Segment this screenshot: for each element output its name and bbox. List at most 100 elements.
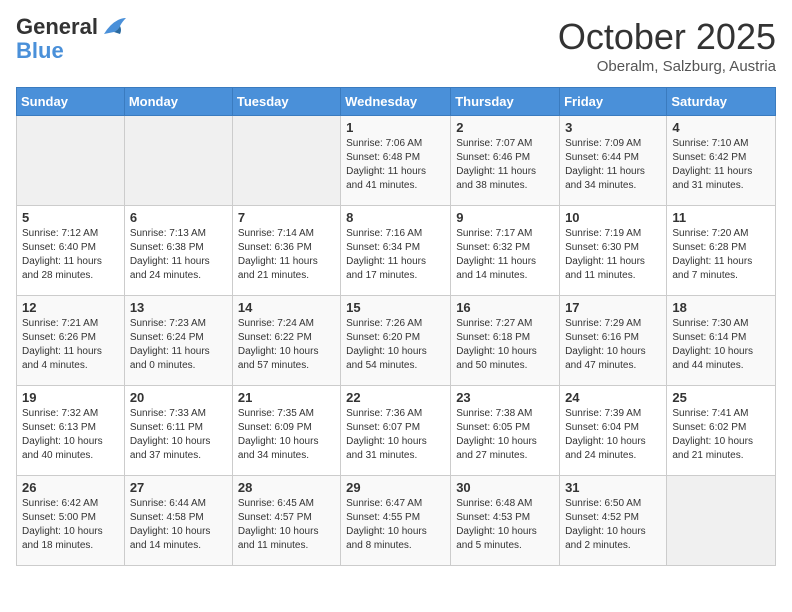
calendar-cell: 7 Sunrise: 7:14 AM Sunset: 6:36 PM Daylig… [232, 206, 340, 296]
calendar-cell: 4 Sunrise: 7:10 AM Sunset: 6:42 PM Daylig… [667, 116, 776, 206]
day-of-week-header: Thursday [451, 88, 560, 116]
calendar-cell: 27Sunrise: 6:44 AM Sunset: 4:58 PM Dayli… [124, 476, 232, 566]
day-number: 13 [130, 300, 227, 315]
day-info: Sunrise: 7:41 AM Sunset: 6:02 PM Dayligh… [672, 407, 770, 463]
calendar-cell: 14 Sunrise: 7:24 AM Sunset: 6:22 PM Dayli… [232, 296, 340, 386]
day-info: Sunrise: 7:09 AM Sunset: 6:44 PM Dayligh… [565, 137, 661, 193]
calendar-cell: 6 Sunrise: 7:13 AM Sunset: 6:38 PM Daylig… [124, 206, 232, 296]
day-number: 20 [130, 390, 227, 405]
day-info: Sunrise: 7:36 AM Sunset: 6:07 PM Dayligh… [346, 407, 445, 463]
calendar-cell [667, 476, 776, 566]
calendar-cell: 10Sunrise: 7:19 AM Sunset: 6:30 PM Dayli… [560, 206, 667, 296]
day-info: Sunrise: 7:12 AM Sunset: 6:40 PM Dayligh… [22, 227, 119, 283]
day-info: Sunrise: 7:20 AM Sunset: 6:28 PM Dayligh… [672, 227, 770, 283]
day-of-week-header: Tuesday [232, 88, 340, 116]
calendar-cell: 12Sunrise: 7:21 AM Sunset: 6:26 PM Dayli… [17, 296, 125, 386]
day-info: Sunrise: 7:17 AM Sunset: 6:32 PM Dayligh… [456, 227, 554, 283]
calendar-cell: 23 Sunrise: 7:38 AM Sunset: 6:05 PM Dayli… [451, 386, 560, 476]
calendar-cell: 15 Sunrise: 7:26 AM Sunset: 6:20 PM Dayli… [341, 296, 451, 386]
logo: General Blue [16, 16, 128, 63]
calendar-week-row: 12Sunrise: 7:21 AM Sunset: 6:26 PM Dayli… [17, 296, 776, 386]
calendar-cell: 13 Sunrise: 7:23 AM Sunset: 6:24 PM Dayli… [124, 296, 232, 386]
calendar-cell: 28Sunrise: 6:45 AM Sunset: 4:57 PM Dayli… [232, 476, 340, 566]
calendar-cell: 2Sunrise: 7:07 AM Sunset: 6:46 PM Daylig… [451, 116, 560, 206]
day-number: 9 [456, 210, 554, 225]
day-number: 1 [346, 120, 445, 135]
day-info: Sunrise: 7:07 AM Sunset: 6:46 PM Dayligh… [456, 137, 554, 193]
day-info: Sunrise: 7:30 AM Sunset: 6:14 PM Dayligh… [672, 317, 770, 373]
day-info: Sunrise: 7:10 AM Sunset: 6:42 PM Dayligh… [672, 137, 770, 193]
day-number: 5 [22, 210, 119, 225]
day-info: Sunrise: 7:13 AM Sunset: 6:38 PM Dayligh… [130, 227, 227, 283]
day-number: 27 [130, 480, 227, 495]
day-info: Sunrise: 7:32 AM Sunset: 6:13 PM Dayligh… [22, 407, 119, 463]
calendar-cell: 3Sunrise: 7:09 AM Sunset: 6:44 PM Daylig… [560, 116, 667, 206]
day-number: 29 [346, 480, 445, 495]
day-number: 4 [672, 120, 770, 135]
day-info: Sunrise: 7:26 AM Sunset: 6:20 PM Dayligh… [346, 317, 445, 373]
day-number: 15 [346, 300, 445, 315]
day-number: 28 [238, 480, 335, 495]
day-info: Sunrise: 7:14 AM Sunset: 6:36 PM Dayligh… [238, 227, 335, 283]
calendar-cell [232, 116, 340, 206]
calendar-week-row: 1 Sunrise: 7:06 AM Sunset: 6:48 PM Daylig… [17, 116, 776, 206]
logo-text: General [16, 16, 98, 38]
day-number: 17 [565, 300, 661, 315]
day-info: Sunrise: 7:06 AM Sunset: 6:48 PM Dayligh… [346, 137, 445, 193]
calendar-cell: 19 Sunrise: 7:32 AM Sunset: 6:13 PM Dayli… [17, 386, 125, 476]
calendar-cell: 9 Sunrise: 7:17 AM Sunset: 6:32 PM Daylig… [451, 206, 560, 296]
day-info: Sunrise: 6:42 AM Sunset: 5:00 PM Dayligh… [22, 497, 119, 553]
calendar-cell: 17 Sunrise: 7:29 AM Sunset: 6:16 PM Dayli… [560, 296, 667, 386]
day-of-week-header: Friday [560, 88, 667, 116]
calendar-cell [124, 116, 232, 206]
day-number: 8 [346, 210, 445, 225]
day-info: Sunrise: 7:38 AM Sunset: 6:05 PM Dayligh… [456, 407, 554, 463]
day-number: 14 [238, 300, 335, 315]
day-number: 23 [456, 390, 554, 405]
day-info: Sunrise: 7:16 AM Sunset: 6:34 PM Dayligh… [346, 227, 445, 283]
calendar-cell: 8 Sunrise: 7:16 AM Sunset: 6:34 PM Daylig… [341, 206, 451, 296]
calendar-cell: 22Sunrise: 7:36 AM Sunset: 6:07 PM Dayli… [341, 386, 451, 476]
day-info: Sunrise: 7:33 AM Sunset: 6:11 PM Dayligh… [130, 407, 227, 463]
day-info: Sunrise: 7:27 AM Sunset: 6:18 PM Dayligh… [456, 317, 554, 373]
day-info: Sunrise: 7:35 AM Sunset: 6:09 PM Dayligh… [238, 407, 335, 463]
location-title: Oberalm, Salzburg, Austria [558, 58, 776, 75]
calendar-cell: 21 Sunrise: 7:35 AM Sunset: 6:09 PM Dayli… [232, 386, 340, 476]
day-info: Sunrise: 7:21 AM Sunset: 6:26 PM Dayligh… [22, 317, 119, 373]
day-number: 19 [22, 390, 119, 405]
day-number: 25 [672, 390, 770, 405]
calendar-week-row: 26 Sunrise: 6:42 AM Sunset: 5:00 PM Dayli… [17, 476, 776, 566]
day-of-week-header: Wednesday [341, 88, 451, 116]
calendar-cell: 26 Sunrise: 6:42 AM Sunset: 5:00 PM Dayli… [17, 476, 125, 566]
calendar-cell: 25 Sunrise: 7:41 AM Sunset: 6:02 PM Dayli… [667, 386, 776, 476]
day-info: Sunrise: 7:29 AM Sunset: 6:16 PM Dayligh… [565, 317, 661, 373]
day-number: 30 [456, 480, 554, 495]
day-number: 6 [130, 210, 227, 225]
calendar-cell [17, 116, 125, 206]
day-of-week-header: Saturday [667, 88, 776, 116]
calendar-cell: 29 Sunrise: 6:47 AM Sunset: 4:55 PM Dayli… [341, 476, 451, 566]
logo-blue-text: Blue [16, 38, 64, 63]
calendar-week-row: 5 Sunrise: 7:12 AM Sunset: 6:40 PM Daylig… [17, 206, 776, 296]
page-header: General Blue October 2025 Oberalm, Salzb… [16, 16, 776, 75]
day-number: 26 [22, 480, 119, 495]
day-number: 21 [238, 390, 335, 405]
calendar-cell: 31Sunrise: 6:50 AM Sunset: 4:52 PM Dayli… [560, 476, 667, 566]
calendar-cell: 20 Sunrise: 7:33 AM Sunset: 6:11 PM Dayli… [124, 386, 232, 476]
day-info: Sunrise: 6:47 AM Sunset: 4:55 PM Dayligh… [346, 497, 445, 553]
day-number: 18 [672, 300, 770, 315]
day-info: Sunrise: 7:39 AM Sunset: 6:04 PM Dayligh… [565, 407, 661, 463]
title-block: October 2025 Oberalm, Salzburg, Austria [558, 16, 776, 75]
day-number: 24 [565, 390, 661, 405]
calendar-cell: 5 Sunrise: 7:12 AM Sunset: 6:40 PM Daylig… [17, 206, 125, 296]
day-number: 10 [565, 210, 661, 225]
day-number: 7 [238, 210, 335, 225]
calendar-cell: 24 Sunrise: 7:39 AM Sunset: 6:04 PM Dayli… [560, 386, 667, 476]
calendar-cell: 30Sunrise: 6:48 AM Sunset: 4:53 PM Dayli… [451, 476, 560, 566]
day-info: Sunrise: 7:24 AM Sunset: 6:22 PM Dayligh… [238, 317, 335, 373]
day-of-week-header: Sunday [17, 88, 125, 116]
day-number: 11 [672, 210, 770, 225]
calendar-cell: 1 Sunrise: 7:06 AM Sunset: 6:48 PM Daylig… [341, 116, 451, 206]
day-info: Sunrise: 7:23 AM Sunset: 6:24 PM Dayligh… [130, 317, 227, 373]
calendar-cell: 18 Sunrise: 7:30 AM Sunset: 6:14 PM Dayli… [667, 296, 776, 386]
